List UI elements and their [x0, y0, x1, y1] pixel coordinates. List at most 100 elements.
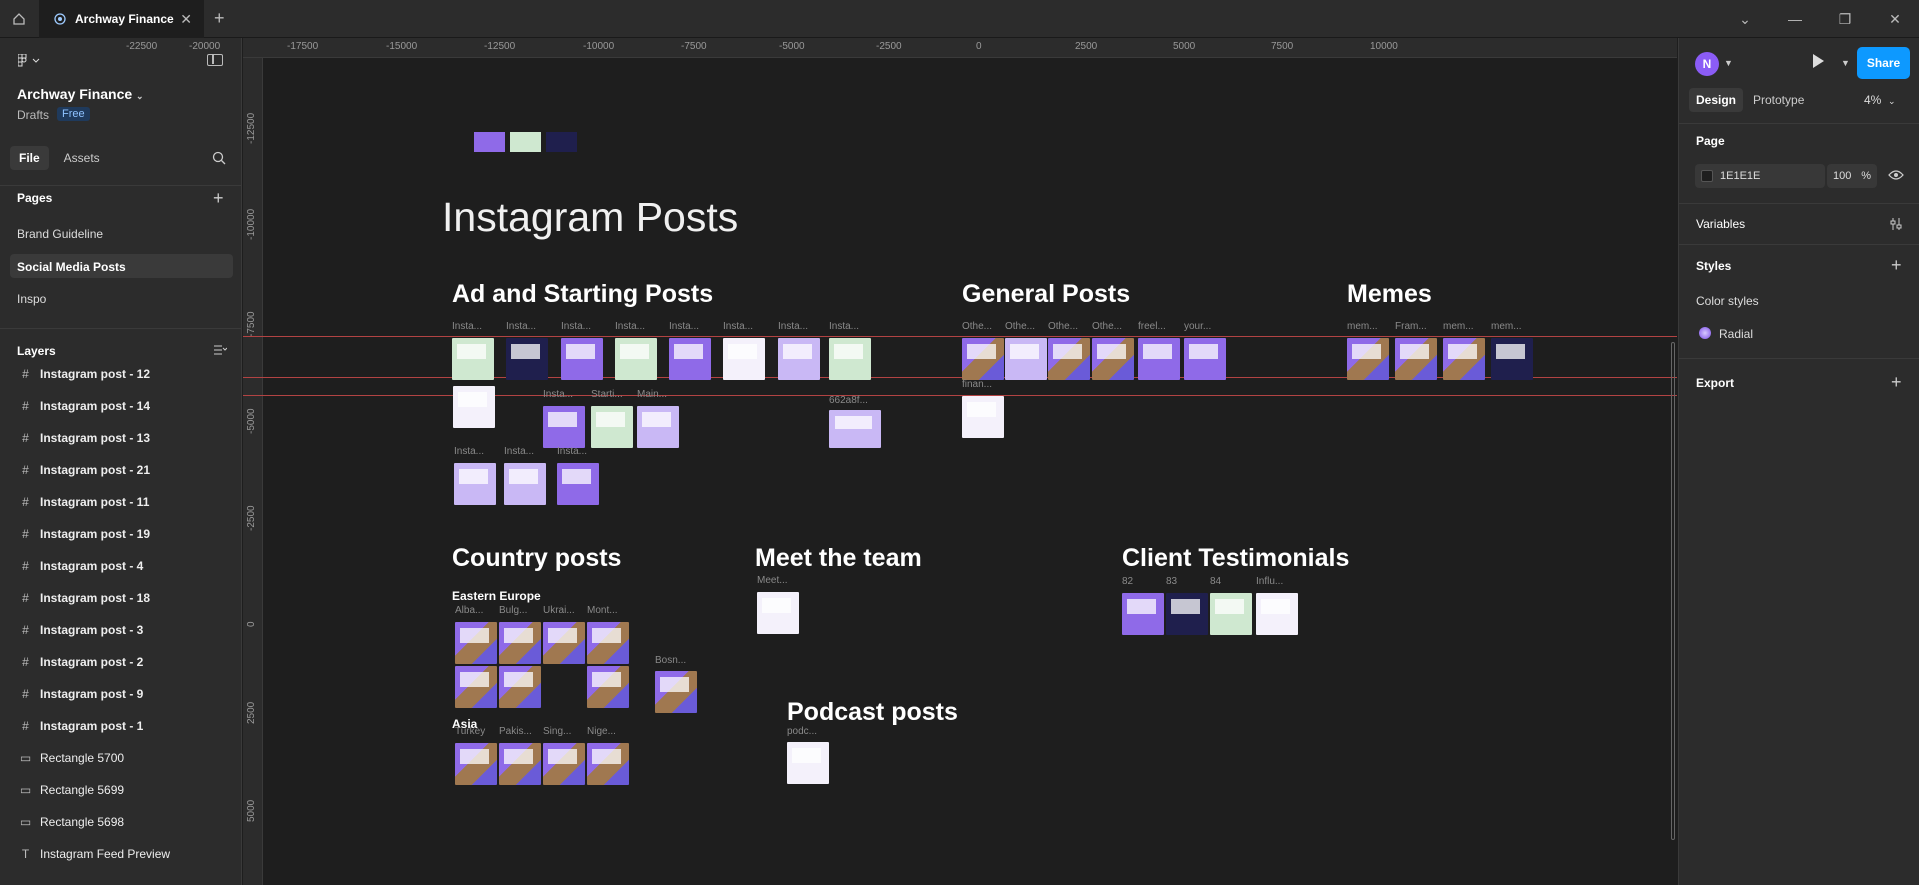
post-thumbnail[interactable]	[1092, 338, 1134, 380]
post-thumbnail[interactable]	[506, 338, 548, 380]
chevron-down-icon[interactable]: ▼	[1841, 58, 1850, 68]
post-thumbnail[interactable]	[587, 622, 629, 664]
post-thumbnail[interactable]	[669, 338, 711, 380]
frame-label[interactable]: your...	[1184, 321, 1211, 332]
frame-label[interactable]: 83	[1166, 576, 1177, 587]
section-ad-starting[interactable]: Ad and Starting Posts	[452, 280, 713, 309]
brand-swatch-purple[interactable]	[474, 132, 505, 152]
post-thumbnail[interactable]	[455, 666, 497, 708]
sidebar-toggle-icon[interactable]	[207, 54, 223, 66]
post-thumbnail[interactable]	[499, 743, 541, 785]
layer-item[interactable]: ▭ Rectangle 5699	[0, 777, 242, 803]
frame-label[interactable]: mem...	[1347, 321, 1378, 332]
layer-item[interactable]: # Instagram post - 18	[0, 585, 242, 611]
frame-label[interactable]: Insta...	[669, 321, 699, 332]
page-color-field[interactable]: 1E1E1E	[1695, 164, 1825, 188]
home-icon[interactable]	[0, 0, 38, 38]
post-thumbnail[interactable]	[453, 386, 495, 428]
post-thumbnail[interactable]	[778, 338, 820, 380]
post-thumbnail[interactable]	[1395, 338, 1437, 380]
frame-label[interactable]: Influ...	[1256, 576, 1283, 587]
brand-swatch-green[interactable]	[510, 132, 541, 152]
frame-label[interactable]: Fram...	[1395, 321, 1427, 332]
layer-item[interactable]: # Instagram post - 12	[0, 361, 242, 387]
post-thumbnail[interactable]	[591, 406, 633, 448]
frame-label[interactable]: Mont...	[587, 605, 618, 616]
post-thumbnail[interactable]	[587, 666, 629, 708]
post-thumbnail[interactable]	[504, 463, 546, 505]
tab-prototype[interactable]: Prototype	[1746, 88, 1811, 112]
frame-label[interactable]: Nige...	[587, 726, 616, 737]
frame-label[interactable]: Insta...	[543, 389, 573, 400]
search-icon[interactable]	[212, 151, 226, 165]
frame-label[interactable]: 84	[1210, 576, 1221, 587]
frame-label[interactable]: Insta...	[506, 321, 536, 332]
post-thumbnail[interactable]	[723, 338, 765, 380]
frame-label[interactable]: mem...	[1491, 321, 1522, 332]
frame-label[interactable]: 662a8f...	[829, 395, 868, 406]
layer-item[interactable]: # Instagram post - 14	[0, 393, 242, 419]
frame-label[interactable]: Insta...	[561, 321, 591, 332]
post-thumbnail[interactable]	[1491, 338, 1533, 380]
subsection-eastern-europe[interactable]: Eastern Europe	[452, 589, 541, 603]
post-thumbnail[interactable]	[455, 622, 497, 664]
frame-label[interactable]: Insta...	[557, 446, 587, 457]
frame-label[interactable]: Starti...	[591, 389, 623, 400]
brand-swatch-navy[interactable]	[546, 132, 577, 152]
post-thumbnail[interactable]	[637, 406, 679, 448]
project-name[interactable]: Archway Finance ⌄	[17, 86, 144, 102]
frame-label[interactable]: Sing...	[543, 726, 571, 737]
variables-heading[interactable]: Variables	[1696, 217, 1745, 231]
layer-item[interactable]: # Instagram post - 4	[0, 553, 242, 579]
frame-label[interactable]: Ukrai...	[543, 605, 575, 616]
variables-icon[interactable]	[1889, 217, 1903, 231]
frame-label[interactable]: Turkey	[455, 726, 485, 737]
post-thumbnail[interactable]	[615, 338, 657, 380]
restore-icon[interactable]: ❐	[1820, 0, 1870, 38]
layer-item[interactable]: # Instagram post - 9	[0, 681, 242, 707]
layer-item[interactable]: # Instagram post - 3	[0, 617, 242, 643]
add-page-icon[interactable]: +	[213, 189, 224, 207]
layer-item[interactable]: # Instagram post - 19	[0, 521, 242, 547]
canvas-title[interactable]: Instagram Posts	[442, 194, 738, 241]
post-thumbnail[interactable]	[829, 338, 871, 380]
frame-label[interactable]: Insta...	[454, 446, 484, 457]
post-thumbnail[interactable]	[787, 742, 829, 784]
avatar[interactable]: N	[1695, 52, 1719, 76]
frame-label[interactable]: Bulg...	[499, 605, 527, 616]
post-thumbnail[interactable]	[587, 743, 629, 785]
post-thumbnail[interactable]	[561, 338, 603, 380]
post-thumbnail[interactable]	[1184, 338, 1226, 380]
post-thumbnail[interactable]	[1122, 593, 1164, 635]
zoom-level[interactable]: 4% ⌄	[1864, 93, 1896, 107]
post-thumbnail[interactable]	[455, 743, 497, 785]
add-export-icon[interactable]: +	[1891, 373, 1902, 391]
chevron-down-icon[interactable]: ⌄	[1720, 0, 1770, 38]
file-tab[interactable]: Archway Finance ✕	[39, 0, 204, 38]
post-thumbnail[interactable]	[655, 671, 697, 713]
frame-label[interactable]: Insta...	[504, 446, 534, 457]
layer-item[interactable]: T Instagram Feed Preview	[0, 841, 242, 867]
page-color-swatch[interactable]	[1701, 170, 1713, 182]
frame-label[interactable]: Insta...	[723, 321, 753, 332]
post-thumbnail[interactable]	[557, 463, 599, 505]
present-play-icon[interactable]	[1813, 54, 1824, 68]
page-item-brand-guideline[interactable]: Brand Guideline	[10, 221, 233, 245]
drafts-link[interactable]: Drafts	[17, 108, 49, 122]
minimize-icon[interactable]: —	[1770, 0, 1820, 38]
add-style-icon[interactable]: +	[1891, 256, 1902, 274]
tab-assets[interactable]: Assets	[55, 146, 109, 170]
share-button[interactable]: Share	[1857, 47, 1910, 79]
post-thumbnail[interactable]	[757, 592, 799, 634]
frame-label[interactable]: 82	[1122, 576, 1133, 587]
post-thumbnail[interactable]	[499, 622, 541, 664]
close-tab-icon[interactable]: ✕	[180, 11, 192, 28]
frame-label[interactable]: Othe...	[1092, 321, 1122, 332]
post-thumbnail[interactable]	[1048, 338, 1090, 380]
section-client-testimonials[interactable]: Client Testimonials	[1122, 544, 1349, 573]
post-thumbnail[interactable]	[1005, 338, 1047, 380]
frame-label[interactable]: Insta...	[778, 321, 808, 332]
post-thumbnail[interactable]	[1256, 593, 1298, 635]
close-window-icon[interactable]: ✕	[1870, 0, 1919, 38]
page-item-inspo[interactable]: Inspo	[10, 286, 233, 310]
